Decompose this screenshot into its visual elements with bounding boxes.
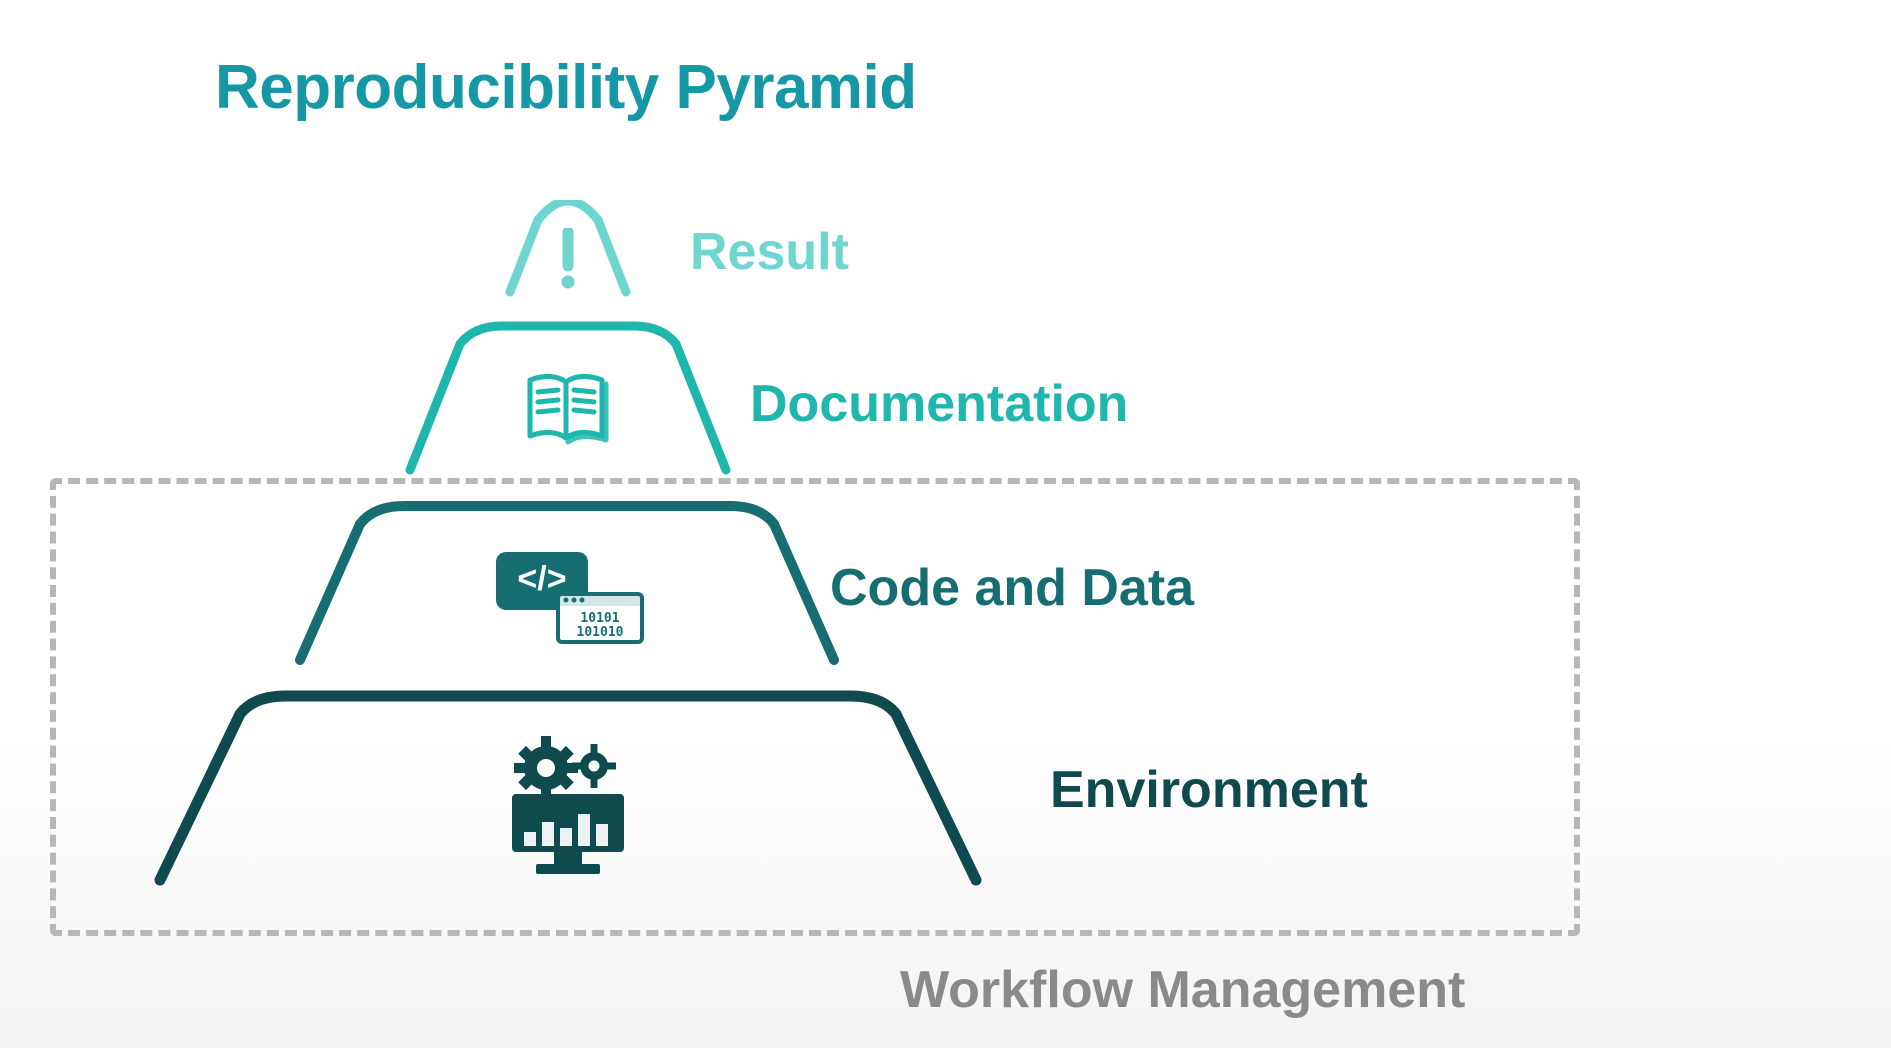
slide-title: Reproducibility Pyramid xyxy=(215,52,917,123)
tier-result: Result xyxy=(130,200,1150,300)
workflow-management-label: Workflow Management xyxy=(900,960,1465,1020)
environment-icon xyxy=(490,732,646,882)
tier-code-and-data: </> 10101 101010 Code and Data xyxy=(130,500,1150,670)
tier-documentation: Documentation xyxy=(130,320,1150,480)
tier-environment: Environment xyxy=(130,690,1150,890)
tier-label-documentation: Documentation xyxy=(750,374,1128,434)
svg-text:101010: 101010 xyxy=(577,625,624,640)
tier-label-result: Result xyxy=(690,222,849,282)
svg-text:</>: </> xyxy=(517,560,566,598)
book-icon xyxy=(520,368,616,446)
exclaim-icon xyxy=(551,228,585,290)
pyramid: Result xyxy=(130,200,1150,920)
tier-label-environment: Environment xyxy=(1050,760,1368,820)
tier-label-code-and-data: Code and Data xyxy=(830,558,1194,618)
code-data-icon: </> 10101 101010 xyxy=(488,546,648,646)
svg-text:10101: 10101 xyxy=(580,611,619,626)
